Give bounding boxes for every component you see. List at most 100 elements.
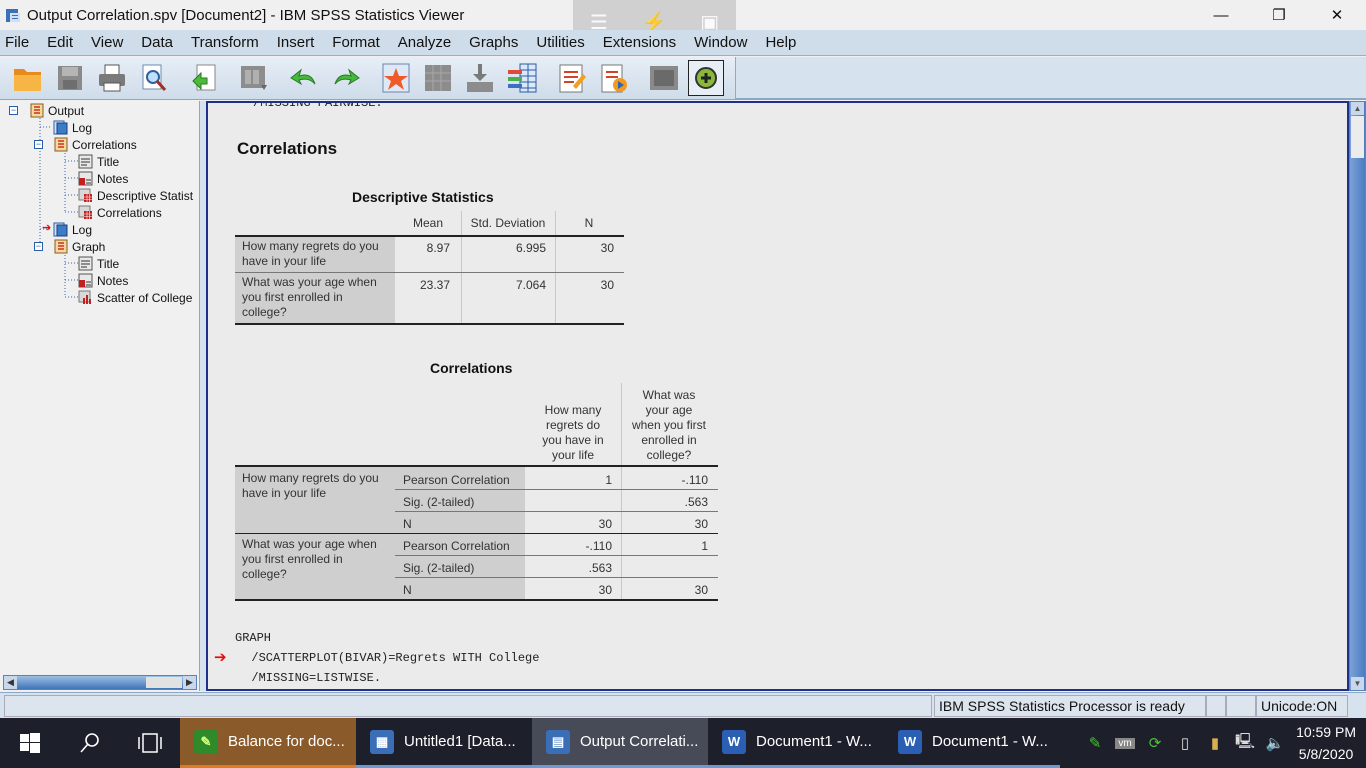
menu-window[interactable]: Window <box>689 34 755 51</box>
syntax-line[interactable]: /MISSING=LISTWISE. <box>237 671 381 685</box>
menu-transform[interactable]: Transform <box>186 34 267 51</box>
taskbar-app-word-1[interactable]: W Document1 - W... <box>708 718 884 768</box>
outline-item-graph[interactable]: Graph <box>53 238 105 255</box>
stat-label: N <box>403 583 412 597</box>
outline-item-notes[interactable]: Notes <box>78 170 128 187</box>
outline-item-output[interactable]: Output <box>29 102 84 119</box>
search-button[interactable] <box>60 718 120 768</box>
scrollbar-thumb[interactable] <box>146 677 182 688</box>
balance-tray-icon[interactable]: ✎ <box>1080 734 1110 752</box>
save-button[interactable] <box>52 60 88 96</box>
outline-item-graph-notes[interactable]: Notes <box>78 272 128 289</box>
outline-item-correlations[interactable]: Correlations <box>53 136 137 153</box>
menu-edit[interactable]: Edit <box>42 34 81 51</box>
outline-horizontal-scrollbar[interactable]: ◀ ▶ <box>3 675 197 690</box>
variables-button[interactable] <box>504 60 540 96</box>
add-button[interactable] <box>688 60 724 96</box>
print-button[interactable] <box>94 60 130 96</box>
outline-item-scatter[interactable]: Scatter of College <box>78 289 192 306</box>
current-position-arrow-icon: ➔ <box>214 649 227 666</box>
cell-value: 30 <box>598 517 612 531</box>
outline-item-label: Notes <box>97 171 129 186</box>
menu-file[interactable]: File <box>0 34 37 51</box>
insert-output-button[interactable] <box>554 60 590 96</box>
outline-item-descriptive-statistics[interactable]: Descriptive Statist <box>78 187 193 204</box>
menu-insert[interactable]: Insert <box>272 34 323 51</box>
menu-view[interactable]: View <box>86 34 131 51</box>
open-button[interactable] <box>10 60 46 96</box>
menu-analyze[interactable]: Analyze <box>393 34 459 51</box>
syntax-line[interactable]: GRAPH <box>235 631 271 645</box>
outline-item-title[interactable]: Title <box>78 153 119 170</box>
designate-window-button[interactable] <box>646 60 682 96</box>
menu-graphs[interactable]: Graphs <box>464 34 526 51</box>
output-book-icon <box>30 103 44 118</box>
collapse-output-toggle[interactable]: − <box>9 106 18 115</box>
syntax-line-cut: /MISSING PAIRWISE. <box>253 101 383 110</box>
cell-value: 1 <box>701 539 708 553</box>
security-icon[interactable]: ▮ <box>1200 734 1230 752</box>
menu-help[interactable]: Help <box>760 34 804 51</box>
redo-button[interactable] <box>328 60 364 96</box>
descriptive-statistics-table[interactable]: Mean Std. Deviation N How many regrets d… <box>235 211 625 326</box>
print-preview-button[interactable] <box>136 60 172 96</box>
notes-icon <box>78 273 93 288</box>
row-header: How many regrets do you have in your lif… <box>235 237 395 272</box>
scroll-left-icon[interactable]: ◀ <box>4 676 17 689</box>
goto-case-button[interactable] <box>420 60 456 96</box>
usb-icon[interactable]: ▯ <box>1170 734 1200 752</box>
task-view-button[interactable] <box>120 718 180 768</box>
close-button[interactable]: ✕ <box>1308 0 1366 30</box>
scroll-down-icon[interactable]: ▼ <box>1351 677 1364 690</box>
goto-variable-button[interactable] <box>462 60 498 96</box>
goto-data-button[interactable] <box>378 60 414 96</box>
menu-extensions[interactable]: Extensions <box>598 34 684 51</box>
correlations-table-title[interactable]: Correlations <box>430 360 512 376</box>
volume-icon[interactable]: 🔈 <box>1260 734 1290 752</box>
window-title: Output Correlation.spv [Document2] - IBM… <box>27 6 465 24</box>
add-icon <box>695 67 717 89</box>
export-button[interactable] <box>186 60 222 96</box>
scroll-up-icon[interactable]: ▲ <box>1351 102 1364 115</box>
sync-icon[interactable]: ⟳ <box>1140 734 1170 752</box>
column-header: Mean <box>412 216 444 230</box>
clock-date: 5/8/2020 <box>1298 746 1354 762</box>
undo-button[interactable] <box>286 60 322 96</box>
taskbar-app-spss-data[interactable]: ▦ Untitled1 [Data... <box>356 718 532 768</box>
outline-item-correlations-table[interactable]: Correlations <box>78 204 162 221</box>
minimize-button[interactable]: — <box>1192 0 1250 30</box>
output-book-icon <box>54 239 68 254</box>
network-icon[interactable]: 🖳 <box>1230 731 1260 756</box>
collapse-graph-toggle[interactable]: − <box>34 242 43 251</box>
collapse-correlations-toggle[interactable]: − <box>34 140 43 149</box>
taskbar-app-balance[interactable]: ✎ Balance for doc... <box>180 718 356 768</box>
content-vertical-scrollbar[interactable]: ▲ ▼ <box>1349 101 1366 691</box>
vmware-icon[interactable]: vm <box>1115 737 1136 749</box>
spss-output-icon: ▤ <box>546 729 570 754</box>
outline-item-log[interactable]: Log <box>53 119 92 136</box>
start-button[interactable] <box>0 718 60 768</box>
correlations-table[interactable]: How many regrets do you have in your lif… <box>235 383 720 603</box>
stat-label: Pearson Correlation <box>403 473 510 487</box>
outline-item-label: Log <box>72 222 93 237</box>
outline-item-graph-title[interactable]: Title <box>78 255 119 272</box>
column-header: N <box>584 216 594 230</box>
recall-dialog-button[interactable] <box>236 60 272 96</box>
current-item-arrow-icon: ➔ <box>42 222 52 234</box>
scrollbar-thumb[interactable] <box>1351 116 1364 158</box>
restore-button[interactable]: ❐ <box>1250 0 1308 30</box>
outline-item-log-current[interactable]: Log <box>53 221 92 238</box>
run-script-button[interactable] <box>596 60 632 96</box>
menu-format[interactable]: Format <box>327 34 388 51</box>
menu-data[interactable]: Data <box>136 34 181 51</box>
menu-bar: File Edit View Data Transform Insert For… <box>0 30 1366 56</box>
outline-item-label: Correlations <box>72 137 137 152</box>
system-clock[interactable]: 10:59 PM 5/8/2020 <box>1290 721 1366 765</box>
taskbar-app-word-2[interactable]: W Document1 - W... <box>884 718 1060 768</box>
scroll-right-icon[interactable]: ▶ <box>183 676 196 689</box>
syntax-line[interactable]: /SCATTERPLOT(BIVAR)=Regrets WITH College <box>237 651 539 665</box>
menu-utilities[interactable]: Utilities <box>531 34 592 51</box>
cell-value <box>621 559 715 563</box>
taskbar-app-spss-output[interactable]: ▤ Output Correlati... <box>532 718 708 768</box>
descriptive-table-title[interactable]: Descriptive Statistics <box>352 189 494 205</box>
